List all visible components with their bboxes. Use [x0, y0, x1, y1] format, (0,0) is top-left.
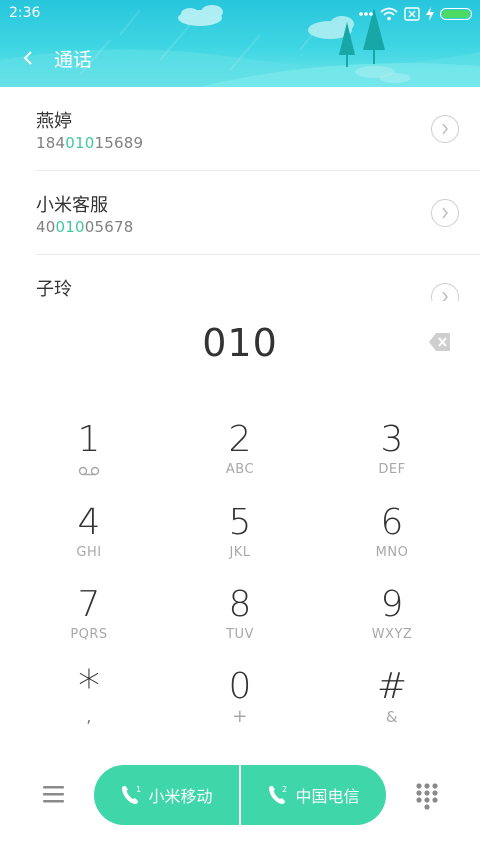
- call-buttons: 1 小米移动 2 中国电信: [94, 765, 386, 825]
- phone-sim1-icon: 1: [122, 785, 142, 804]
- key-letters: WXYZ: [371, 627, 413, 642]
- list-item[interactable]: 子玲: [0, 255, 480, 301]
- key-hash[interactable]: # &: [322, 667, 462, 745]
- header: 2:36 通话: [0, 0, 480, 87]
- contact-detail-button[interactable]: [431, 283, 459, 301]
- contact-results-list[interactable]: 燕婷 18401015689 小米客服 4001005678 子玲: [0, 87, 480, 301]
- key-letters: PQRS: [70, 627, 108, 642]
- call-sim2-label: 中国电信: [295, 787, 360, 806]
- key-9[interactable]: 9 WXYZ: [322, 585, 462, 663]
- charging-icon: [426, 7, 434, 21]
- chevron-right-icon: [442, 123, 448, 135]
- chevron-left-icon: [23, 51, 32, 65]
- chevron-right-icon: [442, 207, 448, 219]
- call-sim1-button[interactable]: 1 小米移动: [94, 765, 239, 825]
- sim-blocked-icon: [404, 7, 420, 21]
- key-0[interactable]: 0 +: [170, 667, 310, 745]
- contact-detail-button[interactable]: [431, 199, 459, 227]
- svg-text:2: 2: [282, 785, 287, 794]
- dialed-number: 010: [202, 321, 278, 365]
- key-2[interactable]: 2 ABC: [170, 420, 310, 498]
- key-digit: 4: [77, 502, 101, 543]
- key-4[interactable]: 4 GHI: [19, 503, 159, 581]
- list-item[interactable]: 燕婷 18401015689: [0, 87, 480, 171]
- key-6[interactable]: 6 MNO: [322, 503, 462, 581]
- chevron-right-icon: [442, 291, 448, 301]
- key-digit: *: [78, 661, 100, 712]
- key-letters: &: [385, 708, 399, 726]
- key-digit: 6: [380, 502, 404, 543]
- key-digit: 9: [380, 584, 404, 625]
- svg-text:1: 1: [136, 785, 141, 794]
- contact-number: 4001005678: [36, 218, 134, 236]
- key-letters: +: [232, 706, 248, 727]
- contact-detail-button[interactable]: [431, 115, 459, 143]
- key-digit: 1: [77, 419, 101, 460]
- status-icons: [358, 6, 472, 22]
- key-5[interactable]: 5 JKL: [170, 503, 310, 581]
- key-letters: MNO: [375, 545, 409, 560]
- call-sim1-label: 小米移动: [148, 787, 213, 806]
- key-digit: 3: [380, 419, 404, 460]
- key-letters: DEF: [378, 462, 406, 477]
- key-8[interactable]: 8 TUV: [170, 585, 310, 663]
- battery-icon: [440, 8, 472, 20]
- key-digit: #: [376, 666, 408, 707]
- dialpad-icon[interactable]: [414, 782, 440, 810]
- list-item[interactable]: 小米客服 4001005678: [0, 171, 480, 255]
- titlebar: 通话: [0, 40, 480, 76]
- key-letters: JKL: [229, 545, 251, 560]
- contact-name: 子玲: [36, 279, 72, 300]
- key-digit: 5: [228, 502, 252, 543]
- key-letters: ABC: [225, 462, 255, 477]
- status-time: 2:36: [9, 5, 41, 21]
- contact-name: 燕婷: [36, 111, 72, 132]
- wifi-icon: [380, 7, 398, 21]
- key-digit: 0: [228, 666, 252, 707]
- status-bar: 2:36: [0, 0, 480, 28]
- key-letters: ,: [86, 707, 92, 726]
- dial-keypad: 1 2 ABC 3 DEF 4 GHI 5 JKL 6 MNO 7 PQRS 8…: [0, 415, 480, 745]
- contact-number: 18401015689: [36, 134, 144, 152]
- backspace-icon[interactable]: [429, 332, 451, 352]
- call-sim2-button[interactable]: 2 中国电信: [241, 765, 386, 825]
- key-digit: 7: [77, 584, 101, 625]
- page-title: 通话: [54, 49, 93, 71]
- more-dots-icon: [359, 12, 373, 16]
- phone-sim2-icon: 2: [269, 785, 288, 804]
- dial-display: 010: [0, 301, 480, 387]
- key-digit: 2: [228, 419, 252, 460]
- hamburger-menu-icon[interactable]: [40, 780, 68, 808]
- key-letters: GHI: [76, 545, 102, 560]
- key-letters: TUV: [226, 627, 254, 642]
- back-button[interactable]: [12, 40, 44, 76]
- key-7[interactable]: 7 PQRS: [19, 585, 159, 663]
- key-digit: 8: [228, 584, 252, 625]
- key-1[interactable]: 1: [19, 420, 159, 498]
- key-star[interactable]: * ,: [19, 661, 159, 745]
- voicemail-icon: [78, 466, 100, 476]
- key-3[interactable]: 3 DEF: [322, 420, 462, 498]
- contact-name: 小米客服: [36, 195, 108, 216]
